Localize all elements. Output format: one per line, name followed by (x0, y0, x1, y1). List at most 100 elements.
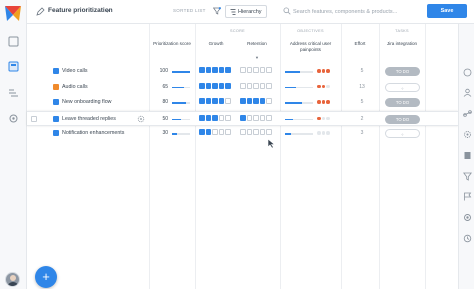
rating-box[interactable] (225, 114, 231, 121)
hierarchy-button[interactable]: Hierarchy (225, 5, 267, 18)
rating-box[interactable] (218, 82, 224, 89)
rating-box[interactable] (253, 114, 259, 121)
table-row[interactable]: Leave threaded replies 50 2 TO DO (27, 110, 458, 126)
rating-box[interactable] (246, 67, 252, 73)
rating-box[interactable] (199, 129, 205, 135)
table-row[interactable]: New onboarding flow 80 5 TO DO (27, 95, 458, 110)
filter-icon[interactable] (213, 7, 221, 15)
person-icon[interactable] (463, 88, 472, 97)
rating-dot[interactable] (321, 116, 325, 120)
user-avatar[interactable] (5, 272, 20, 287)
table-row[interactable]: Notification enhancements 30 3 ✧ (27, 126, 458, 141)
flag-icon[interactable] (463, 192, 472, 201)
effort-value[interactable]: 5 (357, 68, 367, 74)
rating-box[interactable] (199, 82, 205, 89)
rating-box[interactable] (205, 129, 211, 135)
rating-box[interactable] (199, 114, 205, 121)
rating-box[interactable] (246, 114, 252, 121)
rating-dot[interactable] (326, 69, 330, 73)
rating-box[interactable] (225, 67, 231, 73)
rating-box[interactable] (218, 98, 224, 104)
row-settings-icon[interactable] (137, 115, 145, 123)
rating-dot[interactable] (326, 131, 330, 135)
rating-box[interactable] (266, 98, 272, 104)
rating-box[interactable] (205, 82, 211, 89)
rating-box[interactable] (259, 82, 265, 89)
settings-icon[interactable] (8, 113, 19, 124)
rating-dot[interactable] (326, 116, 330, 120)
save-button[interactable]: Save (427, 4, 467, 18)
effort-value[interactable]: 2 (357, 116, 367, 122)
settings-icon[interactable] (463, 213, 472, 222)
rating-box[interactable] (199, 67, 205, 73)
rating-box[interactable] (218, 67, 224, 73)
pain-points-header[interactable]: Address critical user painpoints (282, 41, 339, 52)
rating-dot[interactable] (317, 84, 321, 88)
insights-icon[interactable] (8, 87, 19, 98)
rating-dot[interactable] (317, 69, 321, 73)
link-icon[interactable] (463, 109, 472, 118)
rating-box[interactable] (205, 67, 211, 73)
search-input[interactable] (293, 5, 423, 18)
pain-points-rating[interactable] (317, 116, 333, 122)
rating-box[interactable] (205, 98, 211, 104)
rating-box[interactable] (212, 67, 218, 73)
rating-dot[interactable] (326, 84, 330, 88)
rating-box[interactable] (253, 98, 259, 104)
rating-dot[interactable] (317, 116, 321, 120)
visibility-icon[interactable] (463, 68, 472, 77)
view-title[interactable]: Feature prioritization (48, 7, 113, 14)
feature-name[interactable]: Video calls (62, 68, 88, 74)
rating-box[interactable] (246, 98, 252, 104)
gear-icon[interactable] (463, 130, 472, 139)
rating-box[interactable] (240, 98, 246, 104)
rating-box[interactable] (212, 98, 218, 104)
rating-box[interactable] (240, 114, 246, 121)
rating-box[interactable] (266, 67, 272, 73)
rating-box[interactable] (240, 129, 246, 135)
rating-box[interactable] (253, 82, 259, 89)
rating-box[interactable] (199, 98, 205, 104)
add-feature-button[interactable]: + (35, 266, 57, 288)
jira-status-button[interactable]: TO DO (385, 67, 420, 76)
rating-dot[interactable] (317, 100, 321, 104)
rating-box[interactable] (259, 98, 265, 104)
rating-box[interactable] (218, 129, 224, 135)
table-row[interactable]: Audio calls 65 13 ✧ (27, 80, 458, 95)
effort-value[interactable]: 3 (357, 130, 367, 136)
history-icon[interactable] (463, 234, 472, 243)
book-icon[interactable] (463, 151, 472, 160)
effort-header[interactable]: Effort (343, 41, 377, 47)
chevron-down-icon[interactable] (105, 9, 110, 13)
jira-status-button[interactable]: TO DO (385, 114, 420, 124)
rating-box[interactable] (225, 82, 231, 89)
rating-dot[interactable] (321, 100, 325, 104)
inbox-icon[interactable] (8, 36, 19, 47)
pencil-icon[interactable] (36, 7, 45, 16)
rating-box[interactable] (225, 129, 231, 135)
feature-name[interactable]: Notification enhancements (62, 130, 124, 136)
feature-name[interactable]: Audio calls (62, 84, 88, 90)
retention-header[interactable]: Retention (237, 41, 277, 47)
rating-dot[interactable] (321, 131, 325, 135)
feature-name[interactable]: New onboarding flow (62, 99, 111, 105)
sorted-list-toggle[interactable]: SORTED LIST (173, 8, 206, 13)
rating-box[interactable] (240, 67, 246, 73)
rating-box[interactable] (266, 82, 272, 89)
rating-box[interactable] (259, 129, 265, 135)
pain-points-rating[interactable] (317, 100, 333, 105)
app-logo[interactable] (3, 3, 23, 23)
rating-box[interactable] (240, 82, 246, 89)
rating-box[interactable] (225, 98, 231, 104)
table-row[interactable]: Video calls 100 5 TO DO (27, 64, 458, 79)
rating-dot[interactable] (321, 69, 325, 73)
rating-box[interactable] (266, 129, 272, 135)
rating-box[interactable] (218, 114, 224, 121)
rating-dot[interactable] (326, 100, 330, 104)
rating-dot[interactable] (321, 84, 325, 88)
rating-box[interactable] (246, 82, 252, 89)
effort-value[interactable]: 5 (357, 99, 367, 105)
sort-arrow-icon[interactable]: ▼ (255, 55, 259, 60)
effort-value[interactable]: 13 (357, 84, 367, 90)
row-checkbox[interactable] (31, 115, 37, 122)
